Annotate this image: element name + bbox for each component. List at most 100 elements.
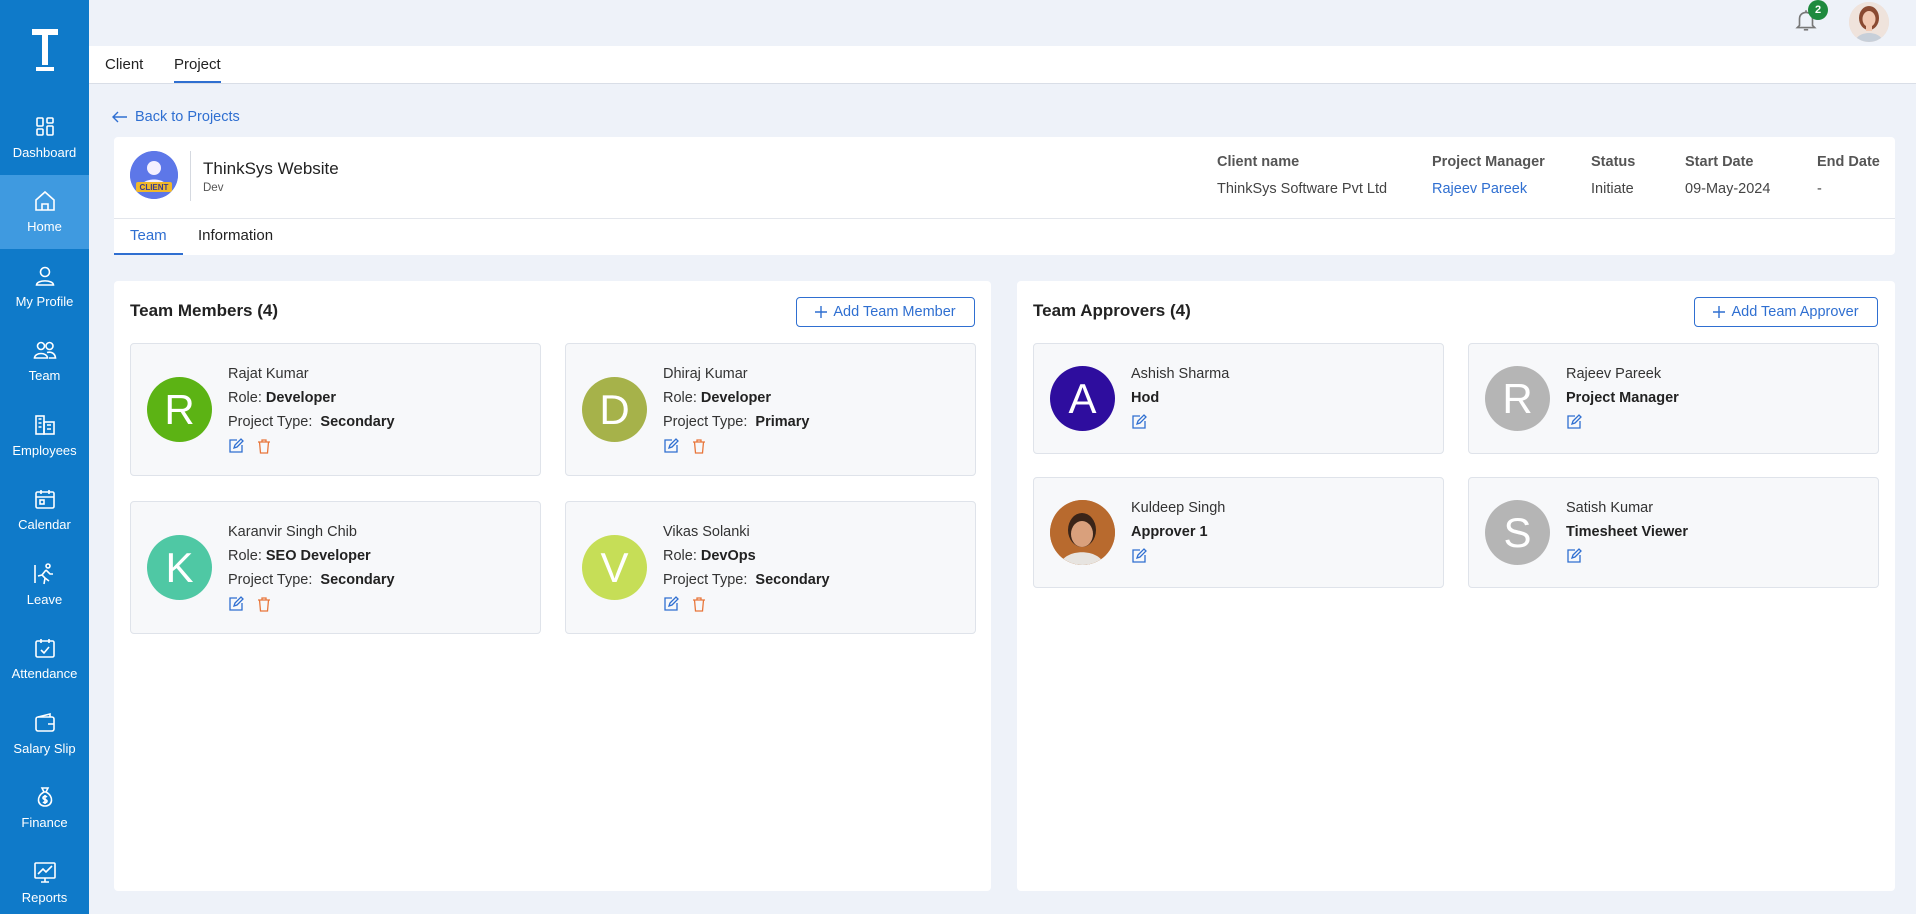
- edit-icon[interactable]: [1131, 414, 1147, 430]
- team-approvers-panel: Team Approvers (4) Add Team Approver A A…: [1017, 281, 1895, 891]
- sidebar-item-label: Salary Slip: [13, 740, 76, 756]
- member-role: Role: Developer: [228, 390, 337, 406]
- edit-icon[interactable]: [1131, 548, 1147, 564]
- sidebar-item-employees[interactable]: Employees: [0, 398, 89, 473]
- sidebar-item-label: Leave: [26, 591, 63, 607]
- sidebar-item-label: Reports: [21, 889, 68, 905]
- sidebar-item-my-profile[interactable]: My Profile: [0, 249, 89, 324]
- tab-project[interactable]: Project: [174, 56, 221, 83]
- tab-team[interactable]: Team: [114, 227, 183, 255]
- approver-photo: [1050, 500, 1115, 565]
- sidebar-item-team[interactable]: Team: [0, 324, 89, 399]
- team-approver-card: A Ashish Sharma Hod: [1033, 343, 1444, 454]
- delete-icon[interactable]: [691, 438, 707, 454]
- avatar: S: [1485, 500, 1550, 565]
- add-team-member-label: Add Team Member: [833, 304, 956, 320]
- back-to-projects-link[interactable]: Back to Projects: [112, 109, 240, 125]
- edit-icon[interactable]: [228, 438, 244, 454]
- notification-badge: 2: [1808, 0, 1828, 20]
- team-member-card: D Dhiraj Kumar Role: Developer Project T…: [565, 343, 976, 476]
- member-project-type: Project Type: Secondary: [228, 414, 395, 430]
- plus-icon: [815, 306, 828, 318]
- end-date-value: -: [1817, 181, 1822, 197]
- sidebar-item-reports[interactable]: Reports: [0, 845, 89, 914]
- project-logo: CLIENT: [130, 151, 178, 199]
- team-members-title: Team Members (4): [130, 301, 279, 320]
- avatar: R: [1485, 366, 1550, 431]
- sidebar-item-finance[interactable]: Finance: [0, 771, 89, 846]
- team-icon: [33, 341, 56, 360]
- edit-icon[interactable]: [1566, 548, 1582, 564]
- avatar: D: [582, 377, 647, 442]
- add-team-approver-label: Add Team Approver: [1731, 304, 1859, 320]
- team-approver-card: R Rajeev Pareek Project Manager: [1468, 343, 1879, 454]
- approver-role: Timesheet Viewer: [1566, 524, 1688, 540]
- sidebar-item-label: Attendance: [11, 666, 78, 682]
- start-date-label: Start Date: [1685, 154, 1754, 170]
- app-logo[interactable]: [0, 0, 89, 100]
- project-manager-label: Project Manager: [1432, 154, 1545, 170]
- member-role: Role: SEO Developer: [228, 548, 371, 564]
- client-name-value: ThinkSys Software Pvt Ltd: [1217, 181, 1388, 197]
- avatar: V: [582, 535, 647, 600]
- sidebar-item-label: My Profile: [15, 293, 74, 309]
- sidebar-item-label: Finance: [21, 815, 68, 831]
- avatar: R: [147, 377, 212, 442]
- sidebar-item-label: Dashboard: [12, 144, 77, 160]
- member-actions: [663, 596, 707, 612]
- avatar: K: [147, 535, 212, 600]
- member-name: Rajat Kumar: [228, 366, 309, 382]
- edit-icon[interactable]: [1566, 414, 1582, 430]
- edit-icon[interactable]: [663, 438, 679, 454]
- member-project-type: Project Type: Secondary: [663, 572, 830, 588]
- client-logo-icon: CLIENT: [130, 151, 178, 199]
- member-name: Dhiraj Kumar: [663, 366, 748, 382]
- member-name: Karanvir Singh Chib: [228, 524, 357, 540]
- member-role: Role: Developer: [663, 390, 772, 406]
- approver-role: Project Manager: [1566, 390, 1679, 406]
- add-team-approver-button[interactable]: Add Team Approver: [1694, 297, 1878, 327]
- member-actions: [663, 438, 707, 454]
- sidebar-item-dashboard[interactable]: Dashboard: [0, 100, 89, 175]
- sidebar-item-leave[interactable]: Leave: [0, 547, 89, 622]
- team-approver-card: Kuldeep Singh Approver 1: [1033, 477, 1444, 588]
- sidebar-item-attendance[interactable]: Attendance: [0, 622, 89, 697]
- delete-icon[interactable]: [256, 438, 272, 454]
- sidebar-item-label: Team: [28, 368, 61, 384]
- team-members-panel: Team Members (4) Add Team Member R Rajat…: [114, 281, 991, 891]
- plus-icon: [1713, 306, 1726, 318]
- user-photo: [1849, 2, 1889, 42]
- tab-client[interactable]: Client: [105, 56, 143, 73]
- profile-icon: [35, 266, 54, 286]
- tab-information[interactable]: Information: [198, 227, 273, 244]
- edit-icon[interactable]: [663, 596, 679, 612]
- approver-actions: [1566, 548, 1582, 564]
- top-tabs: Client Project: [89, 46, 1916, 84]
- member-role: Role: DevOps: [663, 548, 756, 564]
- avatar: [1050, 500, 1115, 565]
- delete-icon[interactable]: [256, 596, 272, 612]
- team-approver-card: S Satish Kumar Timesheet Viewer: [1468, 477, 1879, 588]
- add-team-member-button[interactable]: Add Team Member: [796, 297, 975, 327]
- team-approvers-title: Team Approvers (4): [1033, 301, 1191, 320]
- money-bag-icon: [37, 787, 52, 808]
- user-avatar[interactable]: [1849, 2, 1889, 42]
- sidebar-item-home[interactable]: Home: [0, 174, 89, 249]
- arrow-left-icon: [112, 111, 127, 123]
- team-member-card: R Rajat Kumar Role: Developer Project Ty…: [130, 343, 541, 476]
- logo-icon: [31, 29, 58, 71]
- status-label: Status: [1591, 154, 1636, 170]
- project-manager-link[interactable]: Rajeev Pareek: [1432, 181, 1527, 197]
- approver-role: Hod: [1131, 390, 1160, 406]
- edit-icon[interactable]: [228, 596, 244, 612]
- sidebar-item-calendar[interactable]: Calendar: [0, 473, 89, 548]
- home-icon: [34, 191, 55, 212]
- calendar-icon: [34, 490, 55, 510]
- approver-name: Satish Kumar: [1566, 500, 1654, 516]
- approver-name: Ashish Sharma: [1131, 366, 1230, 382]
- delete-icon[interactable]: [691, 596, 707, 612]
- member-project-type: Project Type: Secondary: [228, 572, 395, 588]
- approver-actions: [1131, 548, 1147, 564]
- project-tabs: Team Information: [114, 218, 1895, 255]
- sidebar-item-salary-slip[interactable]: Salary Slip: [0, 696, 89, 771]
